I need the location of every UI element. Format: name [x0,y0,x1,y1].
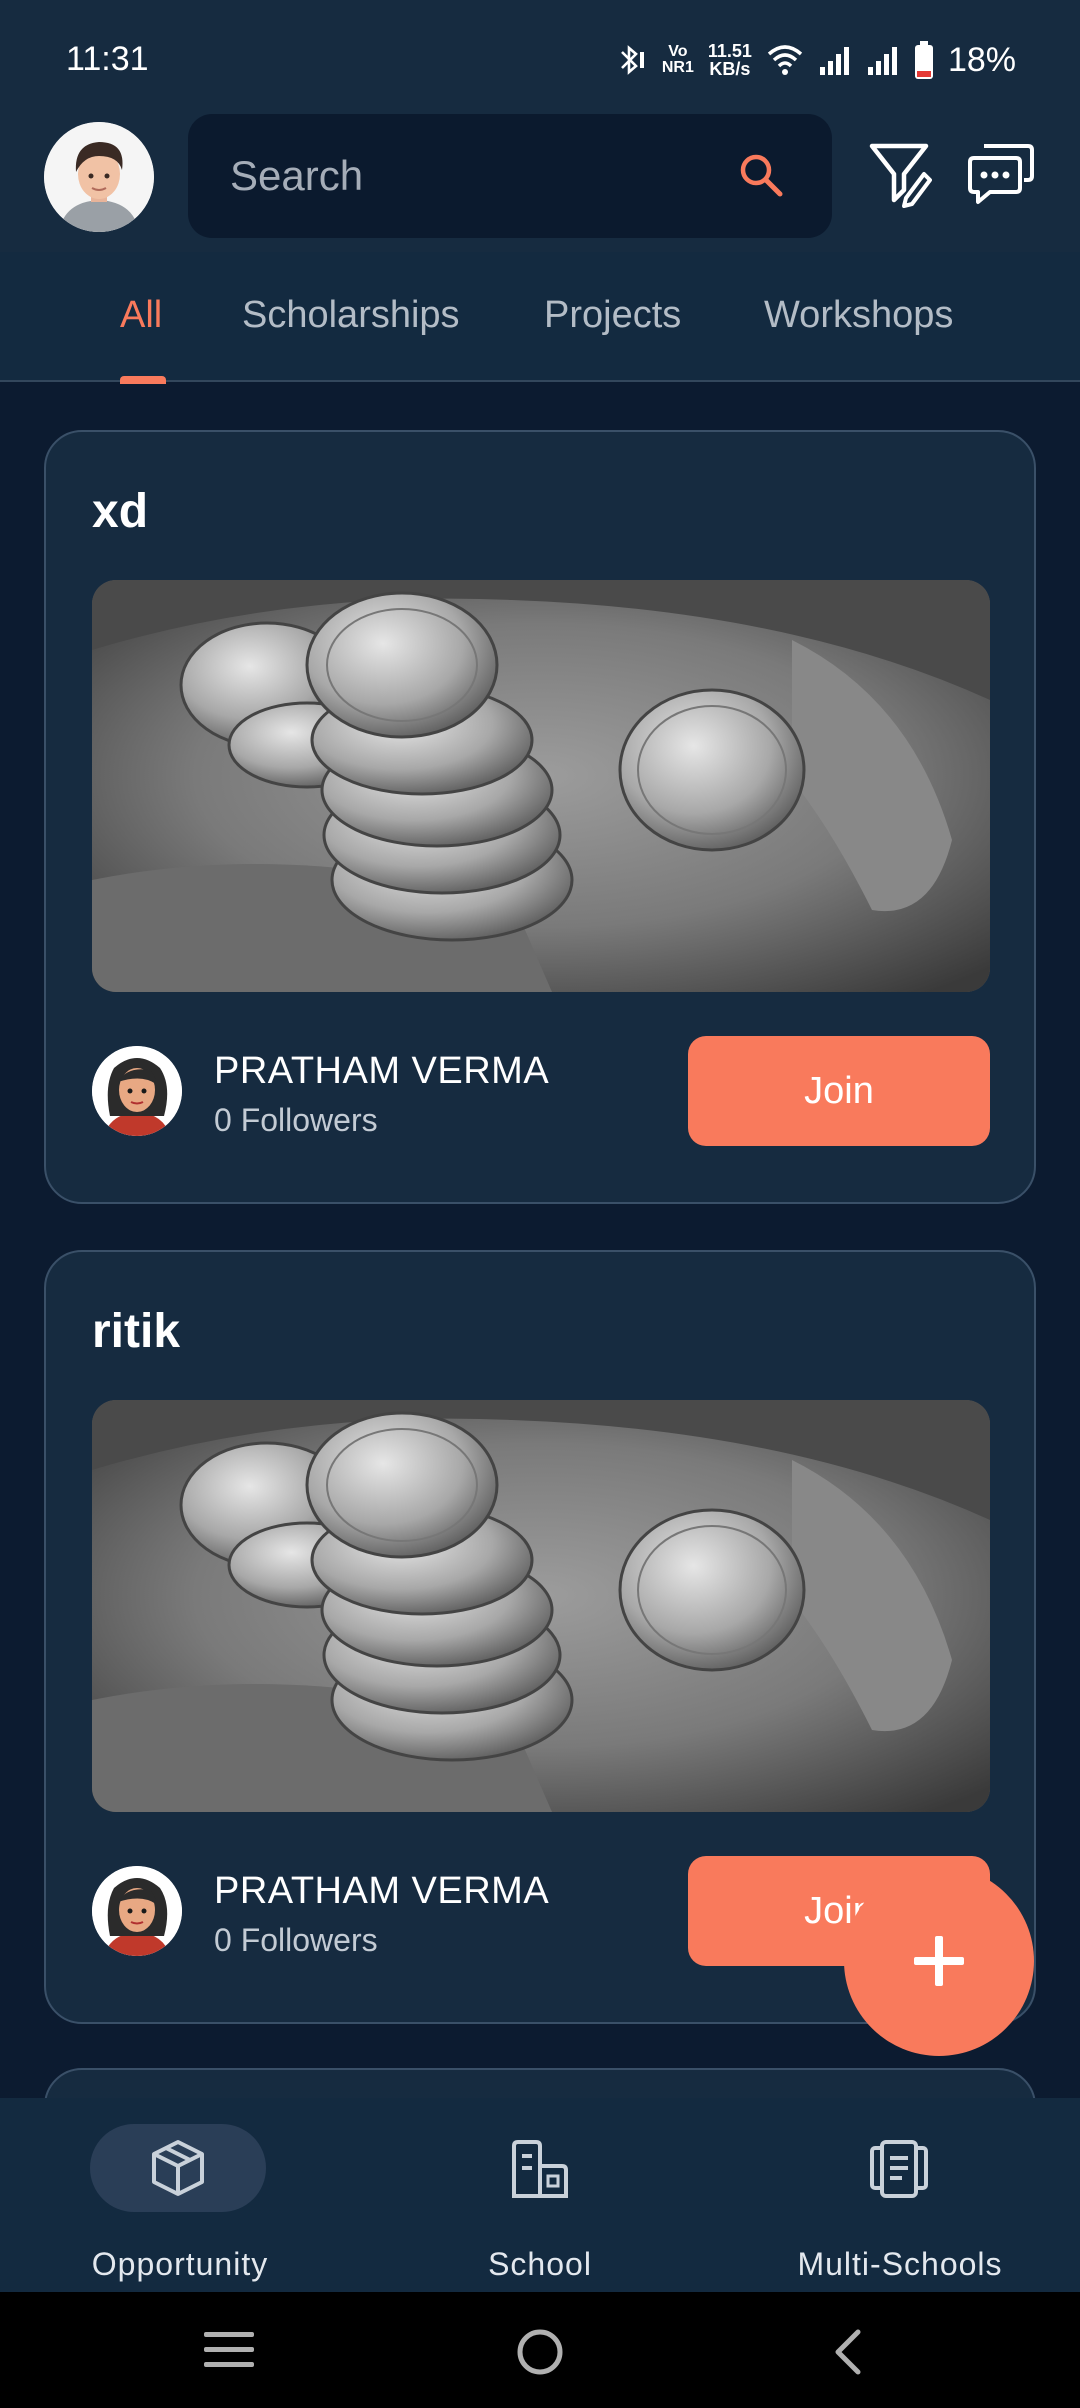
search-input[interactable] [230,114,750,238]
card-image-coins [92,580,990,992]
signal-icon-2 [867,47,897,75]
battery-percentage: 18% [947,40,1016,79]
nav-multi-schools[interactable]: Multi-Schools [750,2124,1050,2284]
nav-label: Multi-Schools [797,2246,1003,2282]
system-navigation-bar [0,2292,1080,2408]
nav-school[interactable]: School [390,2124,690,2284]
documents-icon [870,2140,928,2198]
card-title: xd [92,485,149,538]
card-title: ritik [92,1305,181,1358]
opportunity-card[interactable]: xd PRATHAM VERMA 0 Followers Join [44,430,1036,1204]
cube-icon [152,2140,204,2196]
author-name[interactable]: PRATHAM VERMA [214,1050,549,1093]
active-tab-indicator [120,376,166,384]
recent-apps-icon[interactable] [204,2328,254,2372]
status-icons: Vo NR1 11.51 KB/s 18% [612,36,1016,84]
search-icon[interactable] [738,152,784,198]
status-time: 11:31 [66,40,149,78]
author-avatar[interactable] [92,1866,182,1956]
back-icon[interactable] [830,2328,864,2376]
app-header [0,112,1080,252]
home-icon[interactable] [516,2328,564,2376]
search-bar[interactable] [188,114,832,238]
join-button[interactable]: Join [688,1036,990,1146]
author-name[interactable]: PRATHAM VERMA [214,1870,549,1913]
card-image-coins [92,1400,990,1812]
plus-icon [914,1936,964,1986]
category-tabs: All Scholarships Projects Workshops [0,252,1080,384]
filter-edit-icon [869,143,932,208]
chat-button[interactable] [966,142,1036,208]
author-followers: 0 Followers [214,1922,378,1958]
bluetooth-icon [620,45,644,75]
tab-scholarships[interactable]: Scholarships [242,294,460,337]
filter-edit-button[interactable] [868,140,932,210]
wifi-icon [767,45,803,75]
nav-label: School [488,2246,592,2282]
tab-all[interactable]: All [120,294,162,337]
signal-icon-1 [819,47,849,75]
network-speed: 11.51 KB/s [707,41,752,79]
user-avatar[interactable] [44,122,154,232]
status-bar: 11:31 Vo NR1 11.51 KB/s 18% [0,0,1080,112]
nav-label: Opportunity [91,2246,269,2282]
tab-workshops[interactable]: Workshops [764,294,953,337]
author-avatar[interactable] [92,1046,182,1136]
bottom-navigation: Opportunity School Multi-Schools [0,2098,1080,2292]
volte-indicator: Vo NR1 [661,43,694,76]
nav-opportunity[interactable]: Opportunity [30,2124,330,2284]
battery-icon [914,41,933,79]
chat-icon [968,144,1034,204]
author-followers: 0 Followers [214,1102,378,1138]
tab-projects[interactable]: Projects [544,294,681,337]
add-opportunity-button[interactable] [844,1866,1034,2056]
school-icon [512,2140,568,2198]
